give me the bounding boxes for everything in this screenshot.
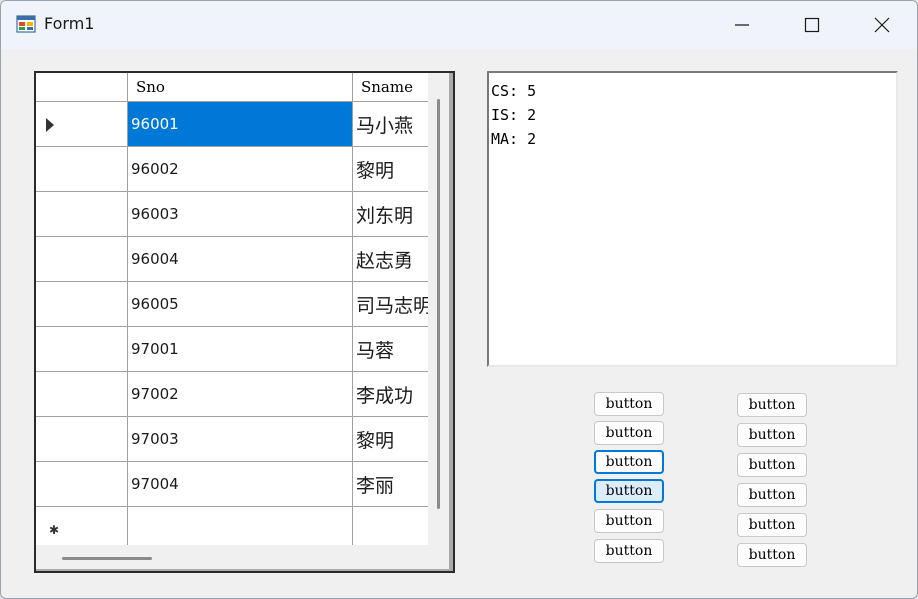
left-button-4[interactable]: button	[594, 479, 664, 503]
left-button-3[interactable]: button	[594, 450, 664, 474]
cell-sname[interactable]: 刘东明	[353, 192, 428, 237]
cell-sno[interactable]: 97001	[128, 327, 353, 372]
table-row[interactable]: 97002 李成功	[36, 372, 428, 417]
row-header-corner[interactable]	[36, 73, 128, 102]
row-header[interactable]	[36, 102, 128, 147]
table-row[interactable]: 96004 赵志勇	[36, 237, 428, 282]
right-button-4[interactable]: button	[737, 483, 807, 507]
cell-sno[interactable]: 97002	[128, 372, 353, 417]
cell-sname[interactable]: 赵志勇	[353, 237, 428, 282]
cell-sno[interactable]: 96005	[128, 282, 353, 327]
right-button-6[interactable]: button	[737, 543, 807, 567]
vertical-scrollbar[interactable]	[428, 73, 449, 545]
window-title: Form1	[44, 14, 95, 33]
cell-sno[interactable]: 96003	[128, 192, 353, 237]
row-header[interactable]	[36, 147, 128, 192]
student-data-grid[interactable]: Sno Sname 96001 马小燕 96002 黎明 96003 刘东明 96004 赵志…	[34, 71, 455, 573]
output-line: MA: 2	[491, 130, 537, 148]
row-header[interactable]	[36, 192, 128, 237]
table-row[interactable]: 96001 马小燕	[36, 102, 428, 147]
right-button-2[interactable]: button	[737, 423, 807, 447]
table-row[interactable]: 97004 李丽	[36, 462, 428, 507]
table-row[interactable]: 96003 刘东明	[36, 192, 428, 237]
close-button[interactable]	[847, 1, 917, 49]
output-line: CS: 5	[491, 82, 537, 100]
row-header[interactable]	[36, 372, 128, 417]
row-header[interactable]	[36, 417, 128, 462]
table-row[interactable]: 96002 黎明	[36, 147, 428, 192]
horizontal-scroll-thumb[interactable]	[62, 557, 152, 560]
minimize-button[interactable]	[707, 1, 777, 49]
cell-sno[interactable]: 96001	[128, 102, 353, 147]
cell-sname[interactable]: 李成功	[353, 372, 428, 417]
scrollbar-corner	[428, 545, 449, 569]
left-button-5[interactable]: button	[594, 509, 664, 533]
cell-sname[interactable]: 司马志明	[353, 282, 428, 327]
close-icon	[874, 17, 890, 33]
row-header[interactable]	[36, 462, 128, 507]
current-row-arrow-icon	[46, 118, 54, 132]
row-header[interactable]	[36, 282, 128, 327]
horizontal-scrollbar[interactable]	[36, 545, 428, 569]
title-bar[interactable]: Form1	[1, 1, 917, 49]
right-button-3[interactable]: button	[737, 453, 807, 477]
grid-header-row: Sno Sname	[36, 73, 428, 102]
grid-body: Sno Sname 96001 马小燕 96002 黎明 96003 刘东明 96004 赵志…	[36, 73, 428, 552]
left-button-2[interactable]: button	[594, 421, 664, 445]
left-button-1[interactable]: button	[594, 392, 664, 416]
maximize-button[interactable]	[777, 1, 847, 49]
form-app-icon	[16, 15, 36, 33]
maximize-icon	[804, 17, 820, 33]
cell-sno[interactable]: 96002	[128, 147, 353, 192]
cell-sname[interactable]: 黎明	[353, 147, 428, 192]
cell-sname[interactable]: 李丽	[353, 462, 428, 507]
column-header-sname[interactable]: Sname	[353, 73, 428, 102]
table-row[interactable]: 97003 黎明	[36, 417, 428, 462]
cell-sname[interactable]: 黎明	[353, 417, 428, 462]
vertical-scroll-thumb[interactable]	[437, 99, 440, 509]
form-window: Form1 Sno Sname 96001 马小燕 96002 黎明 96003…	[0, 0, 918, 599]
row-header[interactable]	[36, 327, 128, 372]
cell-sno[interactable]: 97004	[128, 462, 353, 507]
row-header[interactable]	[36, 237, 128, 282]
right-button-5[interactable]: button	[737, 513, 807, 537]
cell-sno[interactable]: 97003	[128, 417, 353, 462]
cell-sname[interactable]: 马蓉	[353, 327, 428, 372]
output-line: IS: 2	[491, 106, 537, 124]
table-row[interactable]: 96005 司马志明	[36, 282, 428, 327]
output-textbox[interactable]: CS: 5 IS: 2 MA: 2	[487, 71, 898, 367]
minimize-icon	[735, 24, 749, 26]
cell-sname[interactable]: 马小燕	[353, 102, 428, 147]
table-row[interactable]: 97001 马蓉	[36, 327, 428, 372]
left-button-6[interactable]: button	[594, 539, 664, 563]
cell-sno[interactable]: 96004	[128, 237, 353, 282]
new-row-asterisk-icon: ✱	[49, 523, 60, 537]
column-header-sno[interactable]: Sno	[128, 73, 353, 102]
right-button-1[interactable]: button	[737, 393, 807, 417]
